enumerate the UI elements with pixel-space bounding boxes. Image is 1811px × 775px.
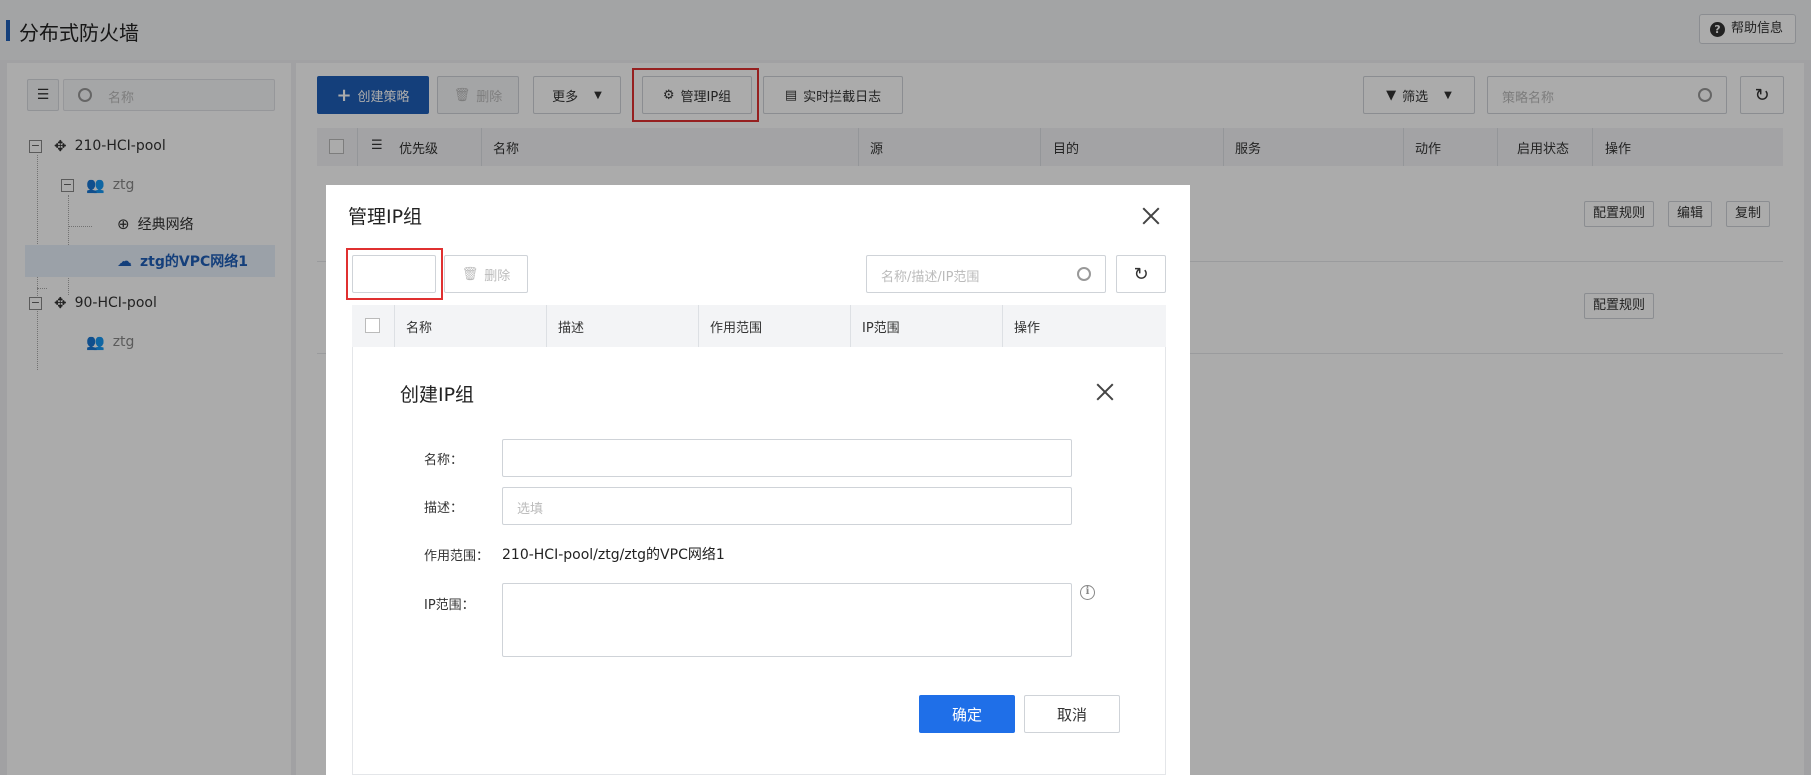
column-divider (394, 305, 395, 347)
name-input[interactable] (502, 439, 1072, 477)
description-label: 描述： (424, 501, 464, 516)
ip-group-search-placeholder: 名称/描述/IP范围 (881, 270, 980, 285)
column-divider (546, 305, 547, 347)
confirm-button[interactable]: 确定 (919, 695, 1015, 733)
column-description: 描述 (558, 321, 585, 336)
delete-ip-group-label: 删除 (484, 268, 511, 284)
close-icon[interactable] (1142, 207, 1160, 225)
create-ip-group-dialog: 创建IP组 名称： 描述： 选填 作用范围： 210-HCI-pool/ztg/… (376, 363, 1144, 753)
refresh-icon: ↻ (1133, 263, 1149, 285)
delete-ip-group-button[interactable]: 🗑 删除 (444, 255, 528, 293)
column-operation: 操作 (1014, 321, 1041, 336)
close-icon[interactable] (1096, 383, 1114, 401)
trash-icon: 🗑 (461, 266, 479, 282)
highlight-frame (346, 248, 443, 300)
dialog-title: 管理IP组 (348, 206, 423, 228)
column-divider (1002, 305, 1003, 347)
search-icon (1077, 267, 1091, 281)
ip-range-textarea[interactable] (502, 583, 1072, 657)
ip-group-table-header: 名称 描述 作用范围 IP范围 操作 (352, 305, 1166, 347)
cancel-button[interactable]: 取消 (1024, 695, 1120, 733)
description-input[interactable]: 选填 (502, 487, 1072, 525)
dialog-title: 创建IP组 (400, 384, 475, 406)
refresh-button[interactable]: ↻ (1116, 255, 1166, 293)
column-divider (850, 305, 851, 347)
description-placeholder: 选填 (517, 502, 544, 517)
scope-label: 作用范围： (424, 549, 490, 564)
info-icon[interactable]: i (1080, 585, 1095, 600)
scope-value: 210-HCI-pool/ztg/ztg的VPC网络1 (502, 547, 725, 563)
select-all-checkbox[interactable] (365, 318, 380, 333)
ip-group-search-input[interactable]: 名称/描述/IP范围 (866, 255, 1106, 293)
column-scope: 作用范围 (710, 321, 763, 336)
column-divider (698, 305, 699, 347)
name-label: 名称： (424, 453, 464, 468)
ip-range-label: IP范围： (424, 598, 475, 613)
column-ip-range: IP范围 (862, 321, 900, 336)
column-name: 名称 (406, 321, 433, 336)
